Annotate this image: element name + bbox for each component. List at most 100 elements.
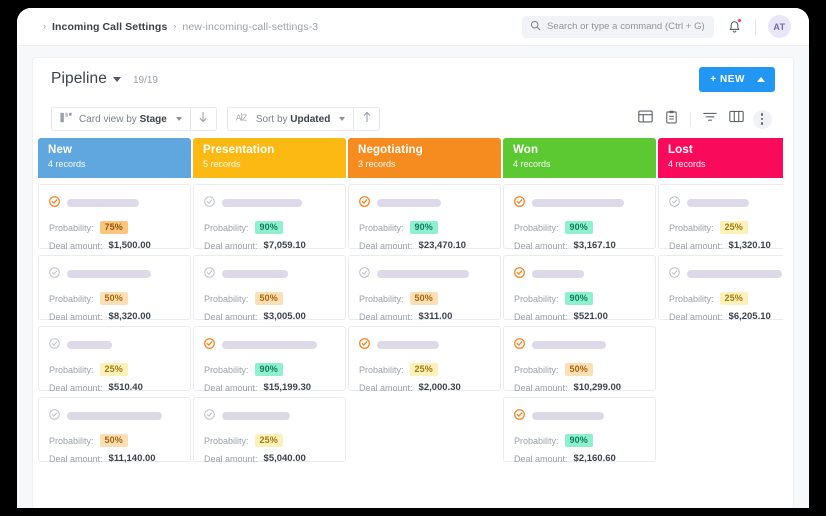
card-view-selector[interactable]: Card view by Stage bbox=[52, 108, 190, 130]
probability-row: Probability:50% bbox=[359, 292, 491, 305]
column-cards: Probability:75%Deal amount:$1,500.00 Prob… bbox=[38, 178, 193, 462]
probability-badge: 50% bbox=[100, 292, 128, 305]
card-view-chevron-down-icon[interactable] bbox=[176, 117, 182, 121]
check-circle-icon[interactable] bbox=[49, 194, 60, 212]
columns-button[interactable] bbox=[723, 107, 749, 131]
new-button[interactable]: + NEW bbox=[699, 67, 775, 92]
deal-card[interactable]: Probability:75%Deal amount:$1,500.00 bbox=[38, 184, 191, 249]
check-circle-icon[interactable] bbox=[359, 194, 370, 212]
sidebar-layout-icon bbox=[638, 110, 653, 128]
deal-card[interactable]: Probability:50%Deal amount:$10,299.00 bbox=[503, 326, 656, 391]
probability-row: Probability: 50% bbox=[49, 292, 181, 305]
deal-card[interactable]: Probability:25%Deal amount:$2,000.30 bbox=[348, 326, 501, 391]
clipboard-button[interactable] bbox=[658, 107, 684, 131]
column-cards: Probability:90%Deal amount:$3,167.10Prob… bbox=[503, 178, 658, 462]
clipboard-icon bbox=[665, 110, 678, 129]
card-header bbox=[204, 194, 336, 212]
board-column-new[interactable]: New4 recordsProbability:75%Deal amount:$… bbox=[38, 138, 193, 478]
deal-card[interactable]: Probability:90% Deal amount:$7,059.10 bbox=[193, 184, 346, 249]
board-column-won[interactable]: Won4 recordsProbability:90%Deal amount:$… bbox=[503, 138, 658, 478]
chevron-up-icon[interactable] bbox=[757, 77, 765, 82]
deal-card[interactable]: Probability:90%Deal amount:$521.00 bbox=[503, 255, 656, 320]
page-body: Pipeline 19/19 + NEW bbox=[17, 46, 809, 508]
check-circle-icon[interactable] bbox=[204, 336, 215, 354]
deal-card[interactable]: Probability:50%Deal amount:$11,140.00 bbox=[38, 397, 191, 462]
check-circle-icon[interactable] bbox=[49, 407, 60, 425]
search-input[interactable]: Search or type a command (Ctrl + G) bbox=[522, 16, 714, 38]
deal-card[interactable]: Probability:50%Deal amount:$3,005.00 bbox=[193, 255, 346, 320]
check-circle-icon[interactable] bbox=[49, 336, 60, 354]
sidebar-layout-button[interactable] bbox=[632, 107, 658, 131]
deal-card[interactable]: Probability:90%Deal amount:$15,199.30 bbox=[193, 326, 346, 391]
probability-label: Probability: bbox=[359, 294, 404, 304]
deal-card[interactable]: Probability:50%Deal amount:$311.00 bbox=[348, 255, 501, 320]
check-circle-icon[interactable] bbox=[204, 265, 215, 283]
probability-row: Probability:50% bbox=[514, 363, 646, 376]
deal-card[interactable]: Probability:25%Deal amount:$6,205.10 bbox=[658, 255, 793, 320]
deal-card[interactable]: Probability:25%Deal amount:$510.40 bbox=[38, 326, 191, 391]
check-circle-icon[interactable] bbox=[514, 265, 525, 283]
probability-badge: 25% bbox=[410, 363, 438, 376]
toolbar-right-icons bbox=[632, 107, 775, 131]
column-record-count: 4 records bbox=[668, 158, 793, 171]
column-header: Won4 records bbox=[503, 138, 656, 178]
bell-icon bbox=[726, 22, 743, 39]
filter-button[interactable] bbox=[697, 107, 723, 131]
sort-label: Sort by Updated bbox=[256, 114, 330, 125]
view-control-group: Card view by Stage bbox=[51, 107, 217, 131]
column-cards: Probability:25%Deal amount:$1,320.10Prob… bbox=[658, 178, 793, 320]
card-view-label: Card view by Stage bbox=[79, 114, 167, 125]
sort-selector[interactable]: A Z Sort by Updated bbox=[228, 108, 353, 130]
sort-chevron-down-icon[interactable] bbox=[339, 117, 345, 121]
check-circle-icon[interactable] bbox=[204, 407, 215, 425]
sort-direction-button[interactable] bbox=[354, 108, 379, 130]
breadcrumb-parent[interactable]: Incoming Call Settings bbox=[52, 21, 167, 33]
deal-amount-value: $23,470.10 bbox=[419, 240, 467, 251]
deal-amount-label: Deal amount: bbox=[204, 454, 258, 464]
record-title-placeholder bbox=[532, 341, 606, 349]
avatar[interactable]: AT bbox=[768, 15, 791, 38]
check-circle-icon[interactable] bbox=[669, 265, 680, 283]
check-circle-icon[interactable] bbox=[359, 336, 370, 354]
view-direction-button[interactable] bbox=[191, 108, 216, 130]
deal-card[interactable]: Probability:90%Deal amount:$2,160.60 bbox=[503, 397, 656, 462]
deal-card[interactable]: Probability:90%Deal amount:$23,470.10 bbox=[348, 184, 501, 249]
probability-row: Probability:90% bbox=[204, 221, 336, 234]
breadcrumb: › Incoming Call Settings › new-incoming-… bbox=[43, 21, 318, 33]
deal-card[interactable]: Probability:25%Deal amount:$5,040.00 bbox=[193, 397, 346, 462]
kanban-board[interactable]: New4 recordsProbability:75%Deal amount:$… bbox=[33, 138, 793, 478]
column-record-count: 5 records bbox=[203, 158, 336, 171]
check-circle-icon[interactable] bbox=[49, 265, 60, 283]
notifications-button[interactable] bbox=[726, 18, 743, 35]
board-toolbar: Card view by Stage bbox=[33, 100, 793, 138]
probability-label: Probability: bbox=[49, 294, 94, 304]
breadcrumb-current[interactable]: new-incoming-call-settings-3 bbox=[182, 21, 318, 33]
check-circle-icon[interactable] bbox=[514, 194, 525, 212]
deal-card[interactable]: Probability:50%Deal amount:$8,320.00 bbox=[38, 255, 191, 320]
probability-badge: 90% bbox=[255, 221, 283, 234]
deal-amount-value: $8,320.00 bbox=[109, 311, 151, 322]
filter-icon bbox=[703, 110, 717, 128]
record-title-placeholder bbox=[222, 412, 290, 420]
check-circle-icon[interactable] bbox=[204, 194, 215, 212]
more-options-button[interactable] bbox=[749, 107, 775, 131]
check-circle-icon[interactable] bbox=[514, 336, 525, 354]
deal-card[interactable]: Probability:90%Deal amount:$3,167.10 bbox=[503, 184, 656, 249]
chevron-down-icon[interactable] bbox=[113, 77, 121, 82]
check-circle-icon[interactable] bbox=[514, 407, 525, 425]
probability-label: Probability: bbox=[49, 436, 94, 446]
card-header bbox=[359, 336, 491, 354]
board-column-negotiating[interactable]: Negotiating3 recordsProbability:90%Deal … bbox=[348, 138, 503, 478]
card-view-value: Stage bbox=[140, 114, 167, 125]
record-title-placeholder bbox=[377, 341, 439, 349]
check-circle-icon[interactable] bbox=[359, 265, 370, 283]
card-header bbox=[49, 407, 181, 425]
deal-card[interactable]: Probability:25%Deal amount:$1,320.10 bbox=[658, 184, 793, 249]
board-column-lost[interactable]: Lost4 recordsProbability:25%Deal amount:… bbox=[658, 138, 793, 478]
board-column-presentation[interactable]: Presentation5 recordsProbability:90%Deal… bbox=[193, 138, 348, 478]
check-circle-icon[interactable] bbox=[669, 194, 680, 212]
deal-amount-row: Deal amount:$7,059.10 bbox=[204, 240, 336, 251]
deal-amount-label: Deal amount: bbox=[204, 312, 258, 322]
deal-amount-label: Deal amount: bbox=[514, 312, 568, 322]
record-title-placeholder bbox=[377, 199, 441, 207]
